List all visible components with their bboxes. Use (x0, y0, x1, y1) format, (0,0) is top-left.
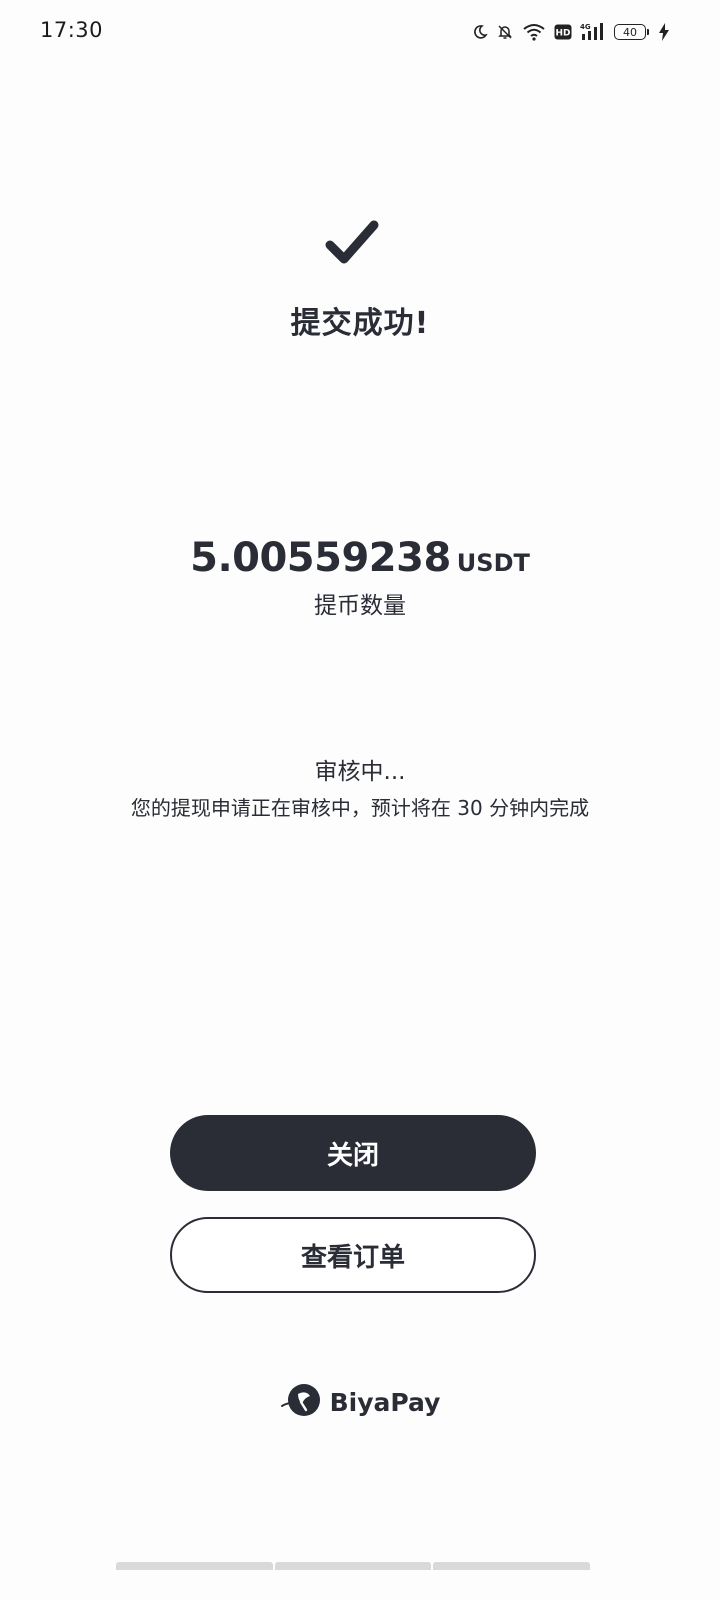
brand: BiyaPay (0, 1380, 720, 1424)
charging-icon (658, 23, 670, 41)
biyapay-logo-icon (280, 1380, 322, 1424)
gesture-segment (116, 1562, 273, 1570)
review-status: 审核中... (314, 759, 406, 785)
wifi-icon (522, 23, 546, 41)
success-title: 提交成功! (290, 306, 430, 341)
gesture-segment (433, 1562, 591, 1570)
close-button[interactable]: 关闭 (170, 1115, 536, 1191)
status-icons: HD 4G 40 (472, 20, 670, 44)
moon-icon (472, 24, 488, 40)
brand-name: BiyaPay (329, 1387, 441, 1417)
withdrawal-success-screen: 17:30 HD 4G 40 提交成功! 5.00559238 USDT 提币数… (0, 0, 720, 1600)
svg-text:HD: HD (555, 29, 570, 39)
gesture-bar[interactable] (116, 1562, 591, 1570)
view-orders-button[interactable]: 查看订单 (170, 1217, 536, 1293)
battery-icon: 40 (614, 24, 649, 40)
status-time: 17:30 (40, 18, 104, 42)
amount-label: 提币数量 (314, 593, 406, 619)
status-bar: 17:30 HD 4G 40 (0, 0, 720, 62)
signal-4g-icon: 4G (580, 22, 606, 42)
amount-value: 5.00559238 (190, 535, 451, 581)
gesture-segment (274, 1562, 432, 1570)
svg-text:4G: 4G (580, 23, 591, 31)
check-icon (322, 217, 382, 269)
hd-icon: HD (554, 24, 572, 40)
withdrawal-amount: 5.00559238 USDT (0, 535, 720, 581)
amount-unit: USDT (456, 549, 530, 577)
bell-off-icon (496, 23, 514, 41)
review-description: 您的提现申请正在审核中，预计将在 30 分钟内完成 (130, 796, 590, 820)
